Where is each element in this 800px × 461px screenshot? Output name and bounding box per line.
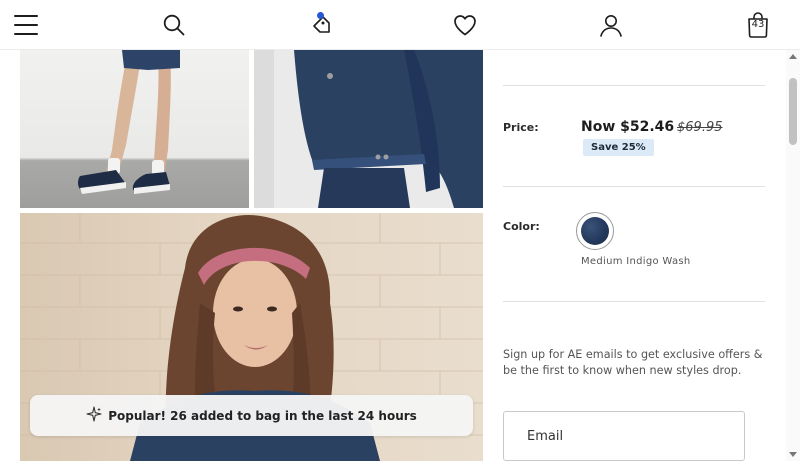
page-scrollbar[interactable]	[786, 50, 800, 461]
product-photo-legs[interactable]	[20, 50, 249, 208]
original-price: $69.95	[677, 120, 723, 135]
product-photo-jacket-back[interactable]	[254, 50, 483, 208]
account-icon[interactable]	[596, 10, 626, 40]
scroll-up-arrow[interactable]	[789, 54, 797, 59]
color-swatch-medium-indigo-wash[interactable]	[576, 212, 614, 250]
popularity-toast-text: Popular! 26 added to bag in the last 24 …	[108, 408, 417, 423]
color-swatch-fill	[581, 217, 609, 245]
favorites-heart-icon[interactable]	[450, 10, 480, 40]
divider	[503, 301, 765, 302]
notification-dot	[317, 12, 324, 19]
sale-price: Now $52.46	[581, 119, 675, 135]
email-signup-text: Sign up for AE emails to get exclusive o…	[503, 348, 763, 377]
search-icon[interactable]	[159, 10, 189, 40]
scroll-down-arrow[interactable]	[789, 452, 797, 457]
discount-badge: Save 25%	[583, 139, 654, 156]
email-field[interactable]	[503, 411, 745, 461]
shopping-bag-icon[interactable]: 43	[743, 10, 773, 40]
sparkle-icon	[86, 406, 102, 425]
popularity-toast: Popular! 26 added to bag in the last 24 …	[30, 395, 473, 436]
price-label: Price:	[503, 121, 539, 134]
bag-count-badge: 43	[751, 19, 765, 30]
deals-tag-icon[interactable]	[305, 10, 335, 40]
selected-color-name: Medium Indigo Wash	[581, 256, 691, 267]
menu-icon[interactable]	[11, 10, 41, 40]
scrollbar-thumb[interactable]	[789, 78, 797, 145]
product-details-panel: Price: Now $52.46 $69.95 Save 25% Color:…	[503, 50, 765, 461]
top-nav-bar: 43	[0, 0, 800, 50]
divider	[503, 186, 765, 187]
color-label: Color:	[503, 220, 540, 233]
divider	[503, 85, 765, 86]
